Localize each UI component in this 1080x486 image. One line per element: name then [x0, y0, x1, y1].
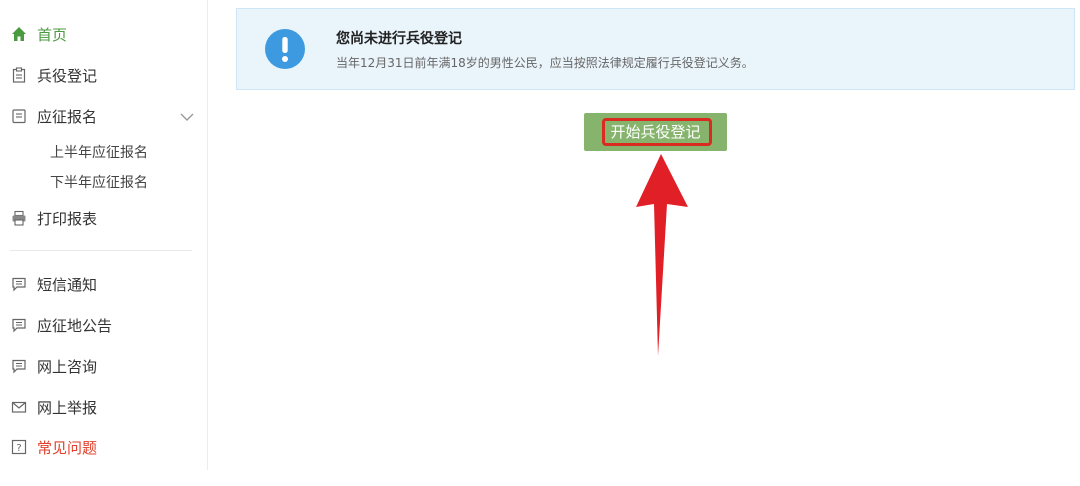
- question-icon: ?: [10, 438, 28, 456]
- sidebar-item-label: 首页: [37, 25, 68, 44]
- sidebar-item-label: 应征报名: [37, 107, 98, 126]
- start-registration-label: 开始兵役登记: [610, 123, 701, 141]
- form-icon: [10, 107, 28, 125]
- chevron-down-icon[interactable]: [178, 108, 196, 126]
- exclamation-icon: [265, 29, 305, 69]
- registration-notice: 您尚未进行兵役登记 当年12月31日前年满18岁的男性公民，应当按照法律规定履行…: [236, 8, 1075, 90]
- sidebar-item-report[interactable]: 网上举报: [10, 395, 97, 419]
- sidebar-item-label: 兵役登记: [37, 66, 98, 85]
- sidebar-item-faq[interactable]: ? 常见问题: [10, 435, 97, 459]
- mail-icon: [10, 398, 28, 416]
- sidebar-subitem-label: 上半年应征报名: [50, 145, 148, 161]
- sidebar-subitem-second-half[interactable]: 下半年应征报名: [50, 171, 148, 193]
- notice-description: 当年12月31日前年满18岁的男性公民，应当按照法律规定履行兵役登记义务。: [336, 56, 754, 70]
- sidebar-item-label: 网上咨询: [37, 357, 98, 376]
- sidebar-item-print[interactable]: 打印报表: [10, 206, 97, 230]
- app-root: 首页 兵役登记 应征报名 上半年应征报名 下半年应征报名 打印报表 短信通知 应…: [0, 0, 1080, 486]
- message-icon: [10, 357, 28, 375]
- sidebar-item-label: 打印报表: [37, 209, 98, 228]
- message-icon: [10, 275, 28, 293]
- sidebar-item-label: 网上举报: [37, 398, 98, 417]
- message-icon: [10, 316, 28, 334]
- sidebar-item-home[interactable]: 首页: [10, 22, 67, 46]
- clipboard-icon: [10, 66, 28, 84]
- sidebar-item-label: 短信通知: [37, 275, 98, 294]
- annotation-arrow-icon: [636, 154, 688, 356]
- sidebar-item-label: 常见问题: [37, 438, 98, 457]
- sidebar-item-enlistment[interactable]: 应征报名: [10, 104, 97, 128]
- notice-title: 您尚未进行兵役登记: [336, 31, 462, 47]
- sidebar-item-announcement[interactable]: 应征地公告: [10, 313, 112, 337]
- sidebar: 首页 兵役登记 应征报名 上半年应征报名 下半年应征报名 打印报表 短信通知 应…: [0, 0, 208, 470]
- start-registration-button[interactable]: 开始兵役登记: [584, 113, 727, 151]
- sidebar-item-registration[interactable]: 兵役登记: [10, 63, 97, 87]
- sidebar-subitem-first-half[interactable]: 上半年应征报名: [50, 141, 148, 163]
- sidebar-divider: [10, 250, 192, 251]
- sidebar-item-label: 应征地公告: [37, 316, 113, 335]
- sidebar-subitem-label: 下半年应征报名: [50, 175, 148, 191]
- printer-icon: [10, 209, 28, 227]
- svg-text:?: ?: [16, 443, 21, 454]
- home-icon: [10, 25, 28, 43]
- sidebar-item-sms[interactable]: 短信通知: [10, 272, 97, 296]
- sidebar-item-consult[interactable]: 网上咨询: [10, 354, 97, 378]
